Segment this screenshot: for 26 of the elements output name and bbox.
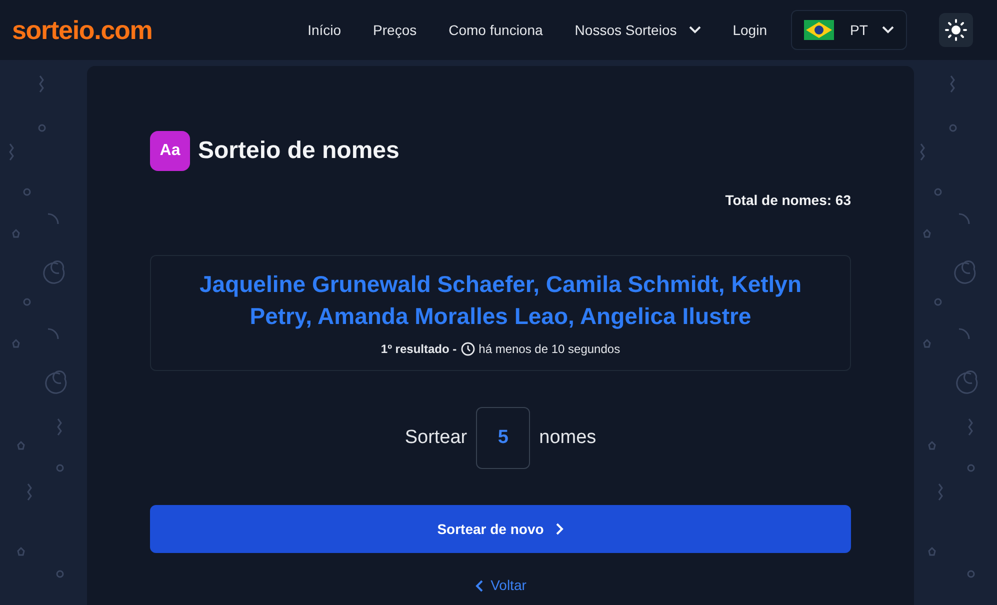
nav-link[interactable]: Como funciona bbox=[432, 20, 559, 40]
result-names: Jaqueline Grunewald Schaefer, Camila Schmidt, Ketlyn Petry, Amanda Moralles Leao, Angelica Ilustre bbox=[198, 270, 803, 331]
draw-label: nomes bbox=[539, 426, 596, 450]
chevron-down-icon bbox=[688, 26, 701, 34]
flag-icon bbox=[804, 20, 834, 40]
logo[interactable]: sorteio.com bbox=[12, 10, 152, 50]
nav-link[interactable]: Início bbox=[292, 20, 358, 40]
total-count: Total de nomes: 63 bbox=[725, 191, 851, 210]
clock-icon bbox=[460, 342, 475, 356]
language-selector[interactable]: PT bbox=[791, 10, 907, 50]
app-icon: Aa bbox=[150, 131, 190, 171]
nav-link[interactable]: Nossos Sorteios bbox=[558, 20, 717, 40]
page-title: Sorteio de nomes bbox=[198, 136, 400, 166]
result-label: 1º resultado - bbox=[380, 341, 457, 358]
nav-link[interactable]: Login bbox=[716, 20, 783, 40]
quantity-input[interactable]: 5 bbox=[476, 407, 530, 469]
nav-link[interactable]: Preços bbox=[357, 20, 433, 40]
result-time: há menos de 10 segundos bbox=[478, 341, 620, 358]
theme-toggle[interactable] bbox=[939, 13, 973, 47]
chevron-left-icon bbox=[474, 580, 483, 592]
chevron-down-icon bbox=[882, 26, 894, 34]
draw-label: Sortear bbox=[404, 426, 468, 450]
back-link[interactable]: Voltar bbox=[474, 575, 526, 596]
chevron-right-icon bbox=[556, 523, 564, 535]
draw-again-button[interactable]: Sortear de novo bbox=[150, 505, 851, 553]
sun-icon bbox=[945, 19, 967, 41]
